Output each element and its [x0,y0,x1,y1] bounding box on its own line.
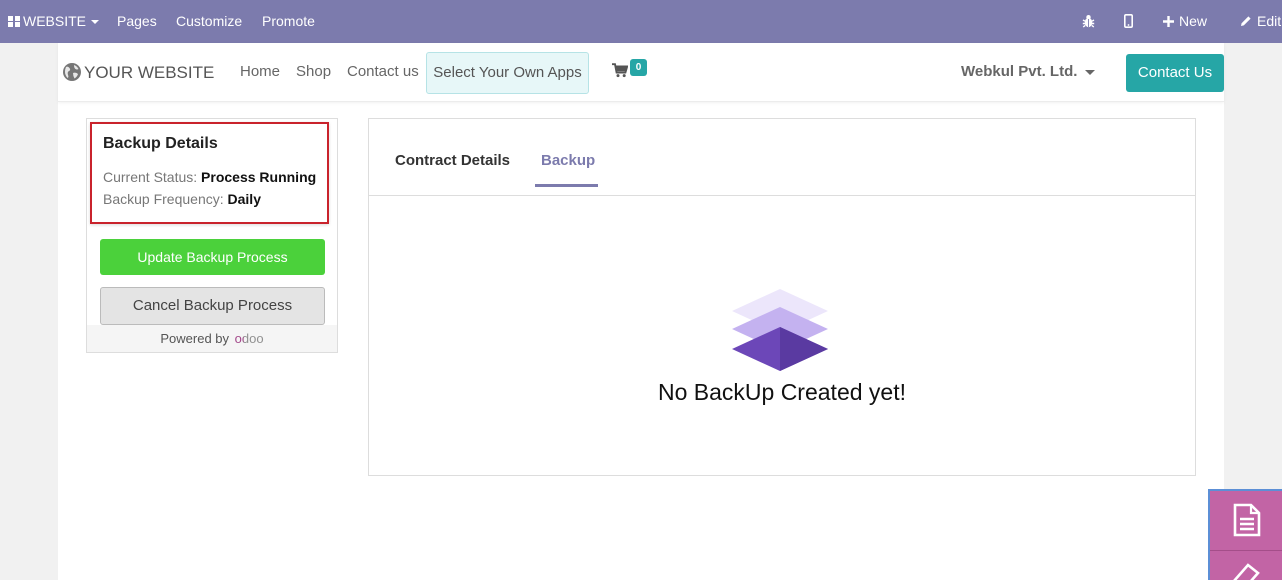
powered-by: Powered by odoo [87,325,337,352]
website-menu[interactable]: WEBSITE [8,0,100,43]
site-header: YOUR WEBSITE Home Shop Contact us Select… [58,43,1224,102]
edit-button[interactable]: Edit [1240,0,1281,43]
debug-button[interactable] [1082,0,1095,43]
mobile-preview-button[interactable] [1124,0,1134,43]
empty-state-message: No BackUp Created yet! [657,379,906,405]
powered-by-label: Powered by [160,331,230,346]
company-name: Webkul Pvt. Ltd. [961,63,1078,80]
active-tab-indicator [535,184,598,187]
nav-shop[interactable]: Shop [296,63,331,80]
backup-sidebar: Backup Details Current Status: Process R… [86,118,338,353]
select-apps-button[interactable]: Select Your Own Apps [426,52,589,94]
company-dropdown[interactable]: Webkul Pvt. Ltd. [961,63,1096,80]
tab-bar: Contract Details Backup [369,119,1195,196]
site-logo[interactable]: YOUR WEBSITE [62,62,214,84]
frequency-value: Daily [227,191,261,207]
cart-count-badge: 0 [630,59,647,76]
admin-top-bar: WEBSITE Pages Customize Promote New Edit [0,0,1282,43]
frequency-label: Backup Frequency: [103,191,224,207]
document-icon [1233,503,1261,537]
backup-frequency: Backup Frequency: Daily [103,191,261,207]
tab-backup[interactable]: Backup [541,152,595,169]
nav-contact-us[interactable]: Contact us [347,63,419,80]
nav-home[interactable]: Home [240,63,280,80]
pencil-icon [1241,16,1251,26]
website-menu-label: WEBSITE [23,13,87,29]
logo-text: YOUR WEBSITE [84,63,215,82]
bug-icon [1082,15,1095,28]
new-button[interactable]: New [1163,0,1207,43]
cancel-backup-button[interactable]: Cancel Backup Process [100,287,325,325]
ticket-icon [1233,563,1260,580]
grid-icon [8,16,20,27]
stacked-layers-icon [731,289,829,384]
promote-menu[interactable]: Promote [262,0,315,43]
globe-icon [63,63,81,81]
shopping-cart-icon [612,63,629,78]
floating-side-widget[interactable] [1208,489,1282,580]
widget-divider [1210,550,1282,551]
update-backup-button[interactable]: Update Backup Process [100,239,325,275]
odoo-brand-text: odoo [234,331,264,346]
chevron-down-icon [91,20,100,25]
edit-button-label: Edit [1257,13,1282,29]
pages-menu[interactable]: Pages [117,0,157,43]
customize-menu[interactable]: Customize [176,0,242,43]
status-value: Process Running [201,169,317,185]
chevron-down-icon [1085,69,1096,75]
contact-us-button[interactable]: Contact Us [1126,54,1224,92]
cart-link[interactable] [612,63,629,83]
tab-contract-details[interactable]: Contract Details [395,152,510,169]
current-status: Current Status: Process Running [103,169,316,185]
backup-details-box: Backup Details Current Status: Process R… [90,122,329,224]
plus-icon [1163,16,1174,27]
mobile-icon [1124,14,1134,28]
backup-details-title: Backup Details [103,135,218,152]
status-label: Current Status: [103,169,198,185]
website-page: YOUR WEBSITE Home Shop Contact us Select… [58,43,1224,580]
odoo-logo[interactable]: odoo [235,325,264,353]
backup-main-panel: Contract Details Backup No BackUp Create… [368,118,1196,476]
new-button-label: New [1179,13,1208,29]
